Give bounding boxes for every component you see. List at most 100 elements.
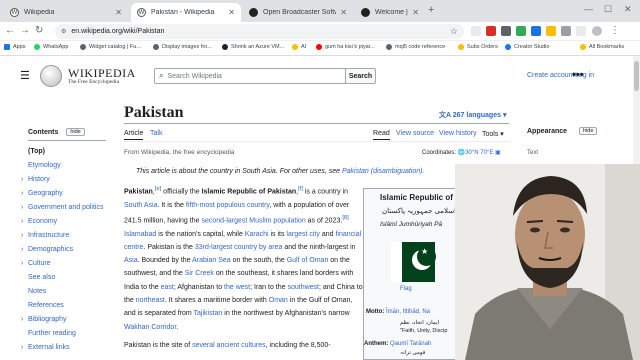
expand-chevron-icon[interactable]: ›	[21, 232, 23, 239]
tab-view-history[interactable]: View history	[439, 130, 477, 137]
toc-item-see-also[interactable]: See also	[28, 274, 55, 281]
bookmarks-bar: Apps WhatsApp Widget catalog | Fu... Dis…	[0, 41, 640, 56]
bookmark-star-icon[interactable]: ☆	[450, 26, 458, 37]
address-bar[interactable]: ⚙ en.wikipedia.org/wiki/Pakistan ☆	[55, 24, 464, 39]
bookmark-apps[interactable]: Apps	[4, 44, 26, 50]
toc-item-etymology[interactable]: Etymology	[28, 162, 61, 169]
site-info-icon[interactable]: ⚙	[61, 28, 66, 35]
disambiguation-link[interactable]: Pakistan (disambiguation).	[342, 168, 425, 175]
bookmark-whatsapp[interactable]: WhatsApp	[34, 44, 68, 50]
bookmark-shrink-azure[interactable]: Shrink an Azure VM...	[222, 44, 284, 50]
map-icon[interactable]: ▣	[495, 150, 501, 156]
toc-item-culture[interactable]: › Culture	[21, 260, 51, 267]
back-icon[interactable]: ←	[5, 25, 15, 36]
appearance-hide-button[interactable]: hide	[579, 127, 598, 135]
expand-chevron-icon[interactable]: ›	[21, 260, 23, 267]
browser-tab-wikipedia[interactable]: W Wikipedia ✕	[4, 3, 128, 22]
search-button[interactable]: Search	[345, 68, 376, 84]
close-tab-icon[interactable]: ✕	[340, 8, 347, 17]
extension-icon[interactable]	[516, 26, 526, 36]
profile-avatar[interactable]	[592, 26, 602, 36]
close-tab-icon[interactable]: ✕	[228, 8, 235, 17]
tab-article[interactable]: Article	[124, 130, 144, 140]
browser-menu-icon[interactable]: ⋮	[610, 25, 620, 36]
browser-tab-welcome-obs[interactable]: Welcome | OBS ✕	[355, 3, 425, 22]
flag-link[interactable]: Flag	[400, 286, 412, 292]
bookmark-gum-ha-kisi[interactable]: gum ha kisi k piyar...	[316, 44, 375, 50]
close-tab-icon[interactable]: ✕	[115, 8, 122, 17]
expand-chevron-icon[interactable]: ›	[21, 344, 23, 351]
folder-icon	[580, 44, 586, 50]
create-account-link[interactable]: Create account	[527, 72, 574, 79]
extension-icon[interactable]	[561, 26, 571, 36]
wikipedia-globe-logo[interactable]	[40, 65, 62, 87]
extension-icon[interactable]	[486, 26, 496, 36]
toc-item-references[interactable]: References	[28, 302, 64, 309]
toc-heading: Contents hide	[28, 128, 108, 136]
toc-item-demographics[interactable]: › Demographics	[21, 246, 73, 253]
translate-icon: 文A	[439, 112, 453, 119]
expand-chevron-icon[interactable]: ›	[21, 246, 23, 253]
article-intro-paragraph: Pakistan,[e] officially the Islamic Repu…	[124, 186, 363, 331]
country-infobox: Islamic Republic of اسلامی جمہوریہ پاكست…	[363, 188, 458, 360]
toc-item-history[interactable]: › History	[21, 176, 50, 183]
toc-item-further-reading[interactable]: Further reading	[28, 330, 76, 337]
toc-item-notes[interactable]: Notes	[28, 288, 46, 295]
maximize-icon[interactable]: ☐	[604, 4, 612, 15]
extension-icon[interactable]	[471, 26, 481, 36]
bookmark-ai[interactable]: AI	[292, 44, 306, 50]
browser-toolbar: ← → ↻ ⚙ en.wikipedia.org/wiki/Pakistan ☆…	[0, 22, 640, 41]
main-menu-icon[interactable]: ☰	[20, 69, 30, 82]
bookmark-mql5[interactable]: mql5 code reference	[386, 44, 445, 50]
url-text: en.wikipedia.org/wiki/Pakistan	[71, 28, 165, 35]
bookmark-subs-orders[interactable]: Subs Orders	[458, 44, 498, 50]
toc-item-bibliography[interactable]: › Bibliography	[21, 316, 67, 323]
toc-item-infrastructure[interactable]: › Infrastructure	[21, 232, 69, 239]
forward-icon[interactable]: →	[20, 25, 30, 36]
toc-item-government[interactable]: › Government and politics	[21, 204, 103, 211]
expand-chevron-icon[interactable]: ›	[21, 190, 23, 197]
minimize-icon[interactable]: —	[584, 4, 593, 14]
tools-menu[interactable]: Tools ▾	[482, 130, 504, 138]
expand-chevron-icon[interactable]: ›	[21, 204, 23, 211]
close-tab-icon[interactable]: ✕	[412, 8, 419, 17]
title-divider	[124, 123, 509, 124]
table-of-contents: Contents hide	[28, 128, 108, 136]
bookmark-widget-catalog[interactable]: Widget catalog | Fu...	[80, 44, 141, 50]
search-input[interactable]: ⌕ Search Wikipedia	[154, 68, 346, 84]
pakistan-flag-image[interactable]: ★	[391, 242, 436, 282]
tab-title: Welcome | OBS	[375, 9, 408, 16]
browser-tab-pakistan[interactable]: W Pakistan - Wikipedia ✕	[131, 3, 241, 22]
expand-chevron-icon[interactable]: ›	[21, 218, 23, 225]
toc-item-external-links[interactable]: › External links	[21, 344, 70, 351]
language-selector[interactable]: 文A 267 languages ▾	[439, 110, 506, 120]
bookmark-display-images[interactable]: Display images fro...	[153, 44, 212, 50]
extension-icon[interactable]	[546, 26, 556, 36]
page-icon	[222, 44, 228, 50]
toc-item-geography[interactable]: › Geography	[21, 190, 63, 197]
reload-icon[interactable]: ↻	[35, 25, 43, 36]
page-scrollbar[interactable]	[633, 56, 640, 164]
ancient-cultures-link[interactable]: several ancient cultures	[192, 342, 266, 349]
close-window-icon[interactable]: ✕	[624, 4, 632, 15]
browser-tab-obs[interactable]: Open Broadcaster Software | O ✕	[243, 3, 353, 22]
toc-item-top[interactable]: (Top)	[28, 148, 45, 155]
coordinates[interactable]: Coordinates: 🌐30°N 70°E ▣	[422, 149, 501, 156]
tab-talk[interactable]: Talk	[150, 130, 162, 137]
apps-grid-icon	[4, 44, 10, 50]
tab-view-source[interactable]: View source	[396, 130, 434, 137]
expand-chevron-icon[interactable]: ›	[21, 176, 23, 183]
tab-read[interactable]: Read	[373, 130, 390, 140]
expand-chevron-icon[interactable]: ›	[21, 316, 23, 323]
extensions-puzzle-icon[interactable]	[576, 26, 586, 36]
scrollbar-thumb[interactable]	[634, 61, 639, 91]
extension-icon[interactable]	[531, 26, 541, 36]
toc-hide-button[interactable]: hide	[66, 128, 85, 136]
bookmark-creator-studio[interactable]: Creator Studio	[505, 44, 549, 50]
personal-tools-menu[interactable]: •••	[572, 69, 584, 81]
bookmark-all-bookmarks[interactable]: All Bookmarks	[580, 44, 624, 50]
toc-item-economy[interactable]: › Economy	[21, 218, 57, 225]
extension-icon[interactable]	[501, 26, 511, 36]
creator-studio-icon	[505, 44, 511, 50]
new-tab-button[interactable]: +	[428, 4, 434, 16]
